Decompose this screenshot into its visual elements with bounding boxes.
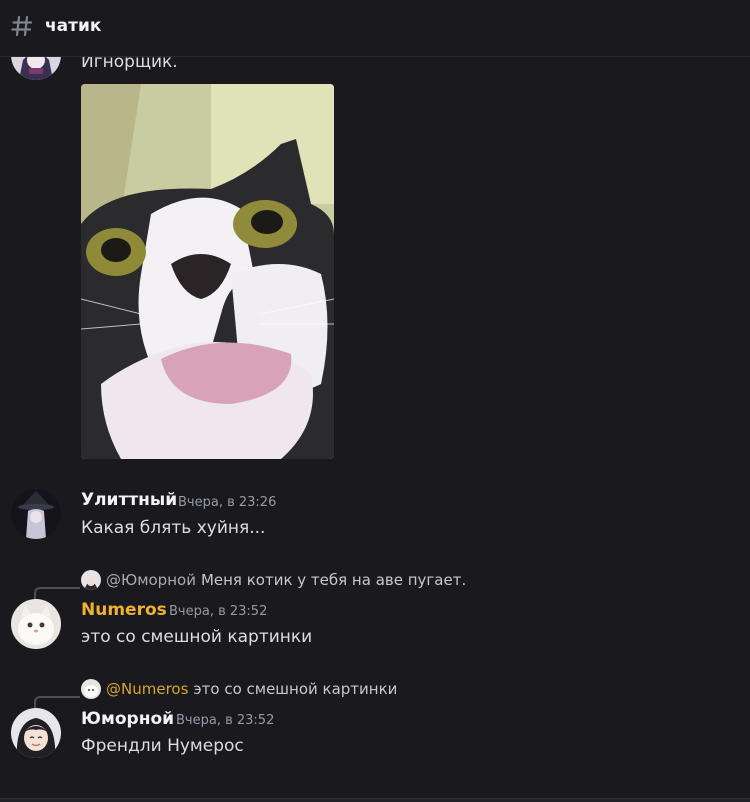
- reply-preview[interactable]: @Numeros это со смешной картинки: [81, 679, 397, 699]
- reply-mention[interactable]: @Numeros: [106, 680, 188, 698]
- message-timestamp: Вчера, в 23:52: [176, 713, 275, 728]
- channel-name: чатик: [45, 16, 102, 36]
- author-name[interactable]: Numeros: [81, 600, 167, 620]
- message-timestamp: Вчера, в 23:52: [169, 604, 268, 619]
- avatar[interactable]: [11, 489, 61, 539]
- reply-avatar: [81, 570, 101, 590]
- reply-avatar: [81, 679, 101, 699]
- avatar[interactable]: [11, 599, 61, 649]
- avatar[interactable]: [11, 57, 61, 80]
- cat-image: [81, 84, 334, 459]
- cat-gif-attachment[interactable]: [81, 84, 334, 459]
- reply-preview[interactable]: @Юморной Меня котик у тебя на аве пугает…: [81, 570, 466, 590]
- reply-text: это со смешной картинки: [193, 680, 398, 698]
- message-text: Френдли Нумерос: [81, 736, 244, 756]
- reply-mention[interactable]: @Юморной: [106, 571, 196, 589]
- author-name[interactable]: Юморной: [81, 709, 174, 729]
- reply-text: Меня котик у тебя на аве пугает.: [200, 571, 467, 589]
- hash-icon: [11, 15, 33, 37]
- author-name[interactable]: Улиттный: [81, 490, 177, 510]
- message-timestamp: Вчера, в 23:26: [178, 495, 277, 510]
- channel-header: чатик: [0, 0, 750, 57]
- composer-edge: [0, 798, 750, 802]
- message-text: Игнорщик.: [81, 57, 178, 72]
- avatar[interactable]: [11, 708, 61, 758]
- message-text: Какая блять хуйня...: [81, 518, 266, 538]
- message-text: это со смешной картинки: [81, 627, 313, 647]
- message-list[interactable]: Игнорщик. Улиттный Вчера, в 23:26 Какая …: [0, 57, 750, 802]
